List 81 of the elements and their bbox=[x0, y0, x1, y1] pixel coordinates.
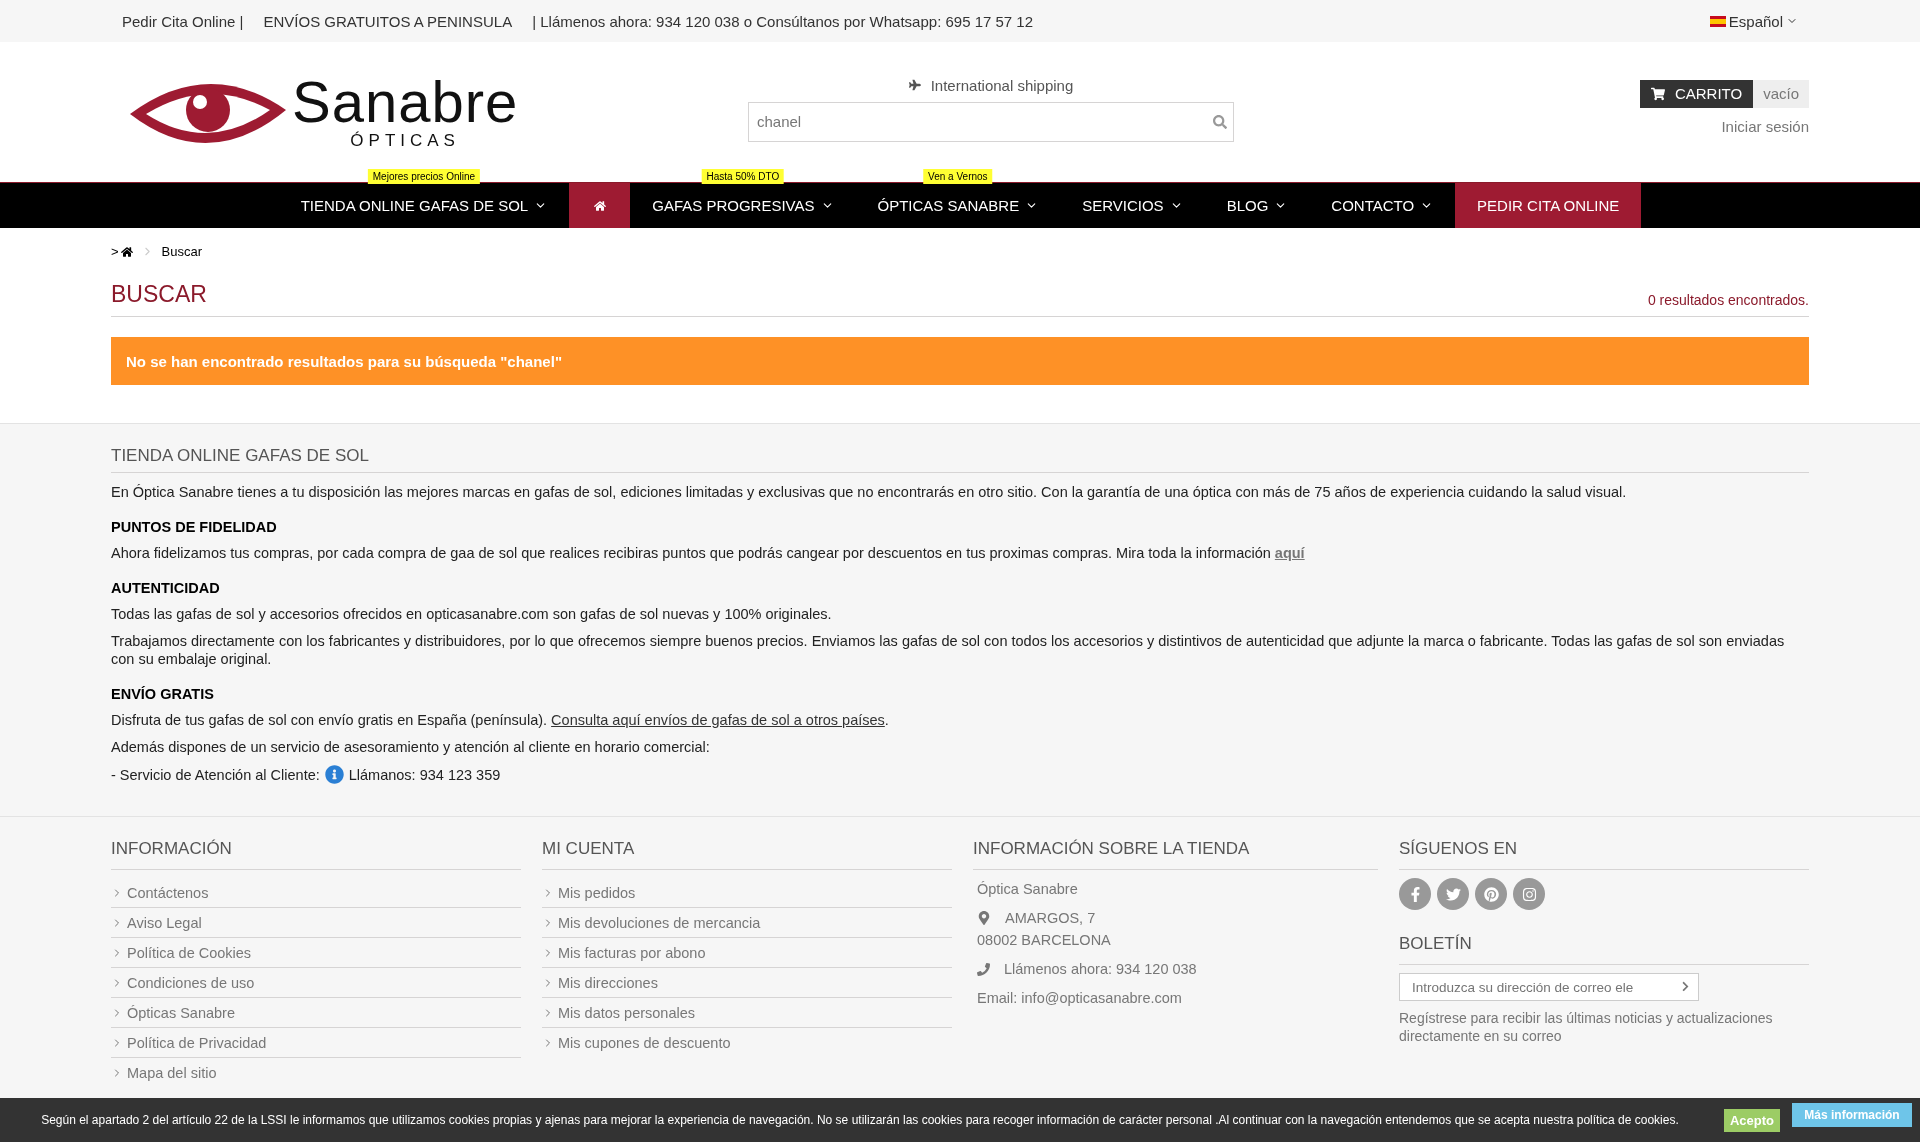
nav-menu-item[interactable]: ÓPTICAS SANABRE bbox=[855, 183, 1061, 228]
page-title: BUSCAR bbox=[111, 281, 207, 308]
twitter-icon[interactable] bbox=[1437, 878, 1469, 910]
login-link[interactable]: Iniciar sesión bbox=[1721, 117, 1809, 135]
service-phone: Llámanos: 934 123 359 bbox=[348, 765, 501, 784]
instagram-icon[interactable] bbox=[1513, 878, 1545, 910]
language-selector[interactable]: Español bbox=[1709, 12, 1798, 30]
no-results-alert: No se han encontrado resultados para su búsqueda "chanel" bbox=[111, 337, 1809, 385]
home-button[interactable] bbox=[569, 183, 631, 228]
footer-link[interactable]: Mis direcciones bbox=[542, 968, 952, 998]
section-heading: PUNTOS DE FIDELIDAD bbox=[111, 519, 278, 535]
search-icon[interactable] bbox=[1213, 114, 1227, 129]
store-phone: Llámenos ahora: 934 120 038 bbox=[1004, 960, 1197, 979]
footer-column-title: INFORMACIÓN SOBRE LA TIENDA bbox=[973, 839, 1378, 870]
flag-icon bbox=[1709, 15, 1726, 27]
nav-badge: Mejores precios Online bbox=[367, 169, 481, 184]
footer-link[interactable]: Condiciones de uso bbox=[111, 968, 521, 998]
paragraph: Además dispones de un servicio de asesoramiento y atención al cliente en horario comercial: bbox=[111, 738, 711, 756]
nav-menu-item[interactable]: GAFAS PROGRESIVAS bbox=[630, 183, 856, 228]
results-count: 0 resultados encontrados. bbox=[1647, 292, 1809, 308]
top-bar-text: | Llámenos ahora: 934 120 038 o Consúltanos por Whatsapp: 695 17 57 12 bbox=[532, 12, 1034, 30]
section-title: TIENDA ONLINE GAFAS DE SOL bbox=[111, 446, 1809, 473]
cart-status: vacío bbox=[1753, 79, 1809, 108]
facebook-icon[interactable] bbox=[1399, 878, 1431, 910]
newsletter-field[interactable]: Introduzca su dirección de correo ele bbox=[1399, 973, 1699, 1001]
footer-link[interactable]: Mis devoluciones de mercancia bbox=[542, 908, 952, 938]
newsletter-note: Regístrese para recibir las últimas noticias y actualizaciones directamente en su correo bbox=[1399, 1009, 1774, 1045]
paragraph: Ahora fidelizamos tus compras, por cada compra de gaa de sol que realices recibiras puntos que podrás cangear por descuentos en tus proximas compras. Mira toda la información aquí bbox=[111, 544, 1306, 562]
home-icon bbox=[593, 199, 606, 212]
footer-link[interactable]: Ópticas Sanabre bbox=[111, 998, 521, 1028]
info-icon bbox=[324, 765, 344, 784]
footer-column-title: BOLETÍN bbox=[1399, 934, 1809, 965]
pinterest-icon[interactable] bbox=[1475, 878, 1507, 910]
top-bar-text: ENVÍOS GRATUITOS A PENINSULA bbox=[263, 12, 513, 30]
logo-name: Sanabre bbox=[292, 73, 519, 131]
cookie-notice: Según el apartado 2 del artículo 22 de la LSSI le informamos que utilizamos cookies propias y ajenas para mejorar la experiencia de navegación. No se utilizarán las cookies para recoger información de carácter personal .Al continuar con la navegación entendemos que se acepta nuestra política de cookies. bbox=[40, 1111, 1680, 1129]
footer-link[interactable]: Mapa del sitio bbox=[111, 1058, 521, 1088]
shipping-text: International shipping bbox=[930, 76, 1074, 94]
search-field[interactable]: chanel bbox=[748, 101, 1234, 142]
nav-menu-item[interactable]: BLOG bbox=[1204, 183, 1310, 228]
section-heading: ENVÍO GRATIS bbox=[111, 686, 215, 702]
link[interactable]: Consulta aquí envíos de gafas de sol a otros países bbox=[551, 712, 885, 728]
store-email: Email: info@opticasanabre.com bbox=[976, 989, 1183, 1008]
submit-arrow-icon[interactable] bbox=[1680, 981, 1691, 992]
footer-link[interactable]: Política de Privacidad bbox=[111, 1028, 521, 1058]
home-icon[interactable] bbox=[120, 245, 133, 258]
footer-column-title: MI CUENTA bbox=[542, 839, 952, 870]
cart-button[interactable]: CARRITO bbox=[1639, 79, 1754, 108]
breadcrumb-current: Buscar bbox=[161, 244, 203, 259]
section-heading: AUTENTICIDAD bbox=[111, 580, 221, 596]
service-label: - Servicio de Atención al Cliente: bbox=[111, 765, 320, 784]
footer-link[interactable]: Mis cupones de descuento bbox=[542, 1028, 952, 1058]
footer-link[interactable]: Política de Cookies bbox=[111, 938, 521, 968]
footer-link[interactable]: Mis facturas por abono bbox=[542, 938, 952, 968]
link[interactable]: aquí bbox=[1274, 545, 1305, 561]
map-pin-icon bbox=[977, 911, 991, 925]
nav-menu-item[interactable]: CONTACTO bbox=[1309, 183, 1456, 228]
footer-link[interactable]: Mis datos personales bbox=[542, 998, 952, 1028]
breadcrumb-prefix: > bbox=[111, 244, 119, 259]
nav-badge: Hasta 50% DTO bbox=[701, 169, 785, 184]
store-address: AMARGOS, 7 bbox=[1005, 909, 1096, 928]
store-address: 08002 BARCELONA bbox=[976, 931, 1112, 950]
footer-column-title: SÍGUENOS EN bbox=[1399, 839, 1809, 870]
logo-subtitle: ÓPTICAS bbox=[350, 131, 460, 151]
paragraph: Disfruta de tus gafas de sol con envío gratis en España (península). Consulta aquí envíos de gafas de sol a otros países. bbox=[111, 711, 890, 729]
nav-menu-item[interactable]: TIENDA ONLINE GAFAS DE SOL bbox=[278, 183, 570, 228]
paragraph: En Óptica Sanabre tienes a tu disposición las mejores marcas en gafas de sol, ediciones limitadas y exclusivas que no encontrarás en otro sitio. Con la garantía de una óptica con más de 75 años de experiencia cuidando la salud visual. bbox=[111, 483, 1628, 501]
footer-column-title: INFORMACIÓN bbox=[111, 839, 521, 870]
nav-menu-item[interactable]: SERVICIOS bbox=[1060, 183, 1205, 228]
nav-badge: Ven a Vernos bbox=[923, 169, 993, 184]
store-name: Óptica Sanabre bbox=[976, 880, 1079, 899]
footer-link[interactable]: Mis pedidos bbox=[542, 878, 952, 908]
paragraph: Todas las gafas de sol y accesorios ofrecidos en opticasanabre.com son gafas de sol nuevas y 100% originales. bbox=[111, 605, 833, 623]
cart-icon bbox=[1650, 86, 1665, 101]
nav-button[interactable]: PEDIR CITA ONLINE bbox=[1455, 183, 1642, 228]
footer-link[interactable]: Aviso Legal bbox=[111, 908, 521, 938]
phone-icon bbox=[977, 962, 990, 976]
plane-icon bbox=[908, 79, 921, 91]
paragraph: Trabajamos directamente con los fabricantes y distribuidores, por lo que ofrecemos siempre buenos precios. Enviamos las gafas de sol con todos los accesorios y distintivos de autenticidad que adjunte la marca o fabricante. Todas las gafas de sol son enviadas con su embalaje original. bbox=[111, 632, 1786, 668]
footer-link[interactable]: Contáctenos bbox=[111, 878, 521, 908]
top-bar-text: Pedir Cita Online | bbox=[122, 12, 244, 30]
